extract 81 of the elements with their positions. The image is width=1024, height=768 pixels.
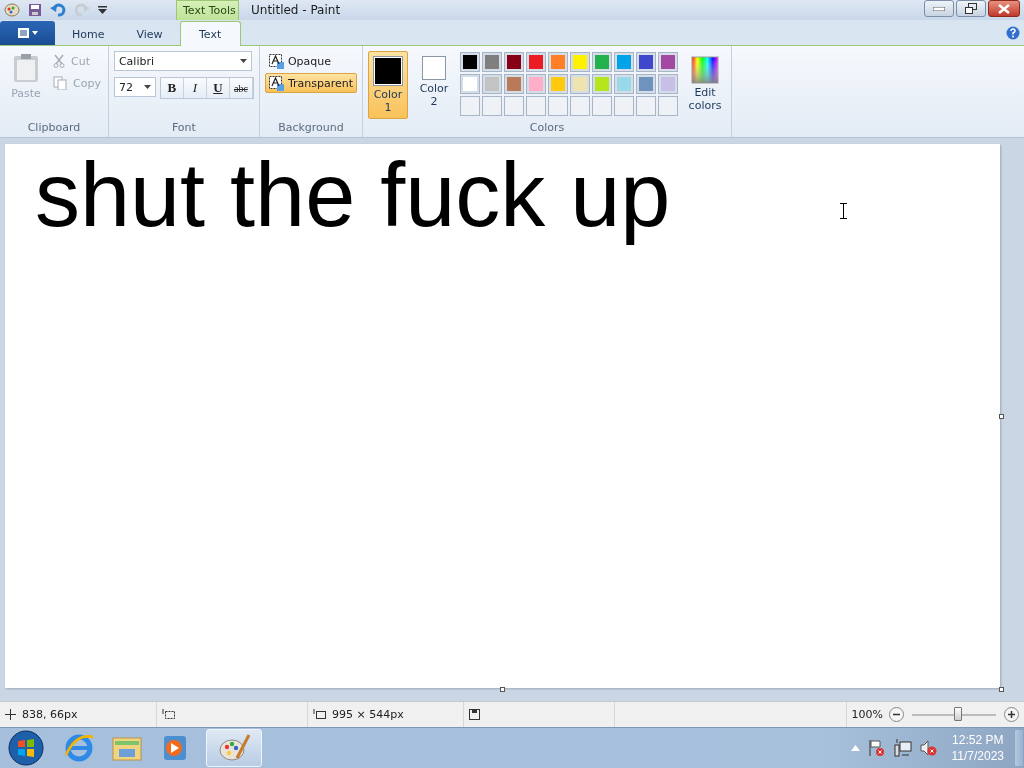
font-family-dropdown[interactable]: Calibri — [113, 51, 252, 71]
ribbon-tab[interactable]: View — [121, 22, 178, 45]
save-icon[interactable] — [28, 3, 42, 17]
text-cursor-icon — [840, 203, 847, 219]
selection-size-icon — [162, 708, 175, 721]
scissors-icon — [53, 54, 65, 68]
dropdown-icon[interactable] — [98, 6, 107, 14]
palette-color[interactable] — [463, 77, 478, 91]
palette-color[interactable] — [529, 77, 544, 91]
restore-icon — [965, 3, 977, 14]
taskbar-button[interactable] — [206, 729, 262, 767]
palette-icon — [217, 732, 251, 764]
group-label: Background — [278, 121, 344, 136]
palette-color[interactable] — [595, 55, 610, 69]
cursor-position: 838, 66px — [22, 708, 78, 721]
network-icon[interactable] — [893, 739, 912, 757]
palette-color[interactable] — [639, 77, 654, 91]
paint-app-icon[interactable] — [4, 3, 20, 17]
palette-color[interactable] — [507, 55, 522, 69]
canvas-text: shut the fuck up — [35, 144, 671, 247]
canvas-size-icon — [313, 708, 326, 721]
palette-color[interactable] — [485, 55, 500, 69]
restore-button[interactable] — [956, 0, 986, 17]
action-center-flag-icon[interactable] — [867, 739, 886, 757]
color-spectrum-icon — [691, 56, 720, 84]
zoom-slider-thumb[interactable] — [954, 706, 963, 721]
show-hidden-icons-arrow[interactable] — [850, 745, 860, 751]
close-icon — [998, 3, 1010, 14]
font-size-dropdown[interactable]: 72 — [113, 77, 156, 97]
minimize-icon — [933, 6, 945, 11]
speaker-muted-icon[interactable] — [919, 739, 938, 757]
ribbon-tab[interactable]: Text — [179, 21, 241, 46]
zoom-out-button[interactable] — [889, 707, 904, 722]
contextual-tab-label: Text Tools — [176, 0, 239, 20]
resize-handle[interactable] — [999, 414, 1004, 419]
resize-handle[interactable] — [999, 687, 1004, 692]
palette-color[interactable] — [573, 77, 588, 91]
palette-color[interactable] — [551, 55, 566, 69]
move-cursor-icon — [5, 709, 16, 720]
palette-color[interactable] — [661, 55, 676, 69]
start-button[interactable] — [8, 730, 44, 766]
application-menu-button[interactable] — [0, 21, 55, 45]
edit-colors-button[interactable]: Edit colors — [684, 51, 727, 117]
background-option[interactable]: Transparent — [264, 73, 358, 93]
palette-color[interactable] — [595, 77, 610, 91]
font-style-button[interactable]: abc — [229, 78, 253, 98]
palette-color[interactable] — [507, 77, 522, 91]
palette-color[interactable] — [551, 77, 566, 91]
zoom-in-button[interactable] — [1004, 707, 1019, 722]
help-icon[interactable] — [1006, 26, 1020, 40]
palette-color[interactable] — [463, 55, 478, 69]
copy-icon — [53, 76, 67, 90]
font-style-button[interactable]: I — [183, 78, 207, 98]
background-option[interactable]: Opaque — [264, 51, 358, 71]
font-style-button[interactable]: U — [206, 78, 230, 98]
group-label: Font — [171, 121, 196, 136]
palette-color[interactable] — [529, 55, 544, 69]
palette-color[interactable] — [661, 77, 676, 91]
palette-color[interactable] — [485, 77, 500, 91]
group-label: Colors — [529, 121, 565, 136]
window-title: Untitled - Paint — [251, 3, 341, 17]
palette-color[interactable] — [573, 55, 588, 69]
palette-color[interactable] — [617, 55, 632, 69]
canvas-size: 995 × 544px — [332, 708, 404, 721]
palette-color[interactable] — [617, 77, 632, 91]
caret-icon — [143, 85, 151, 89]
clipboard-icon — [13, 53, 39, 83]
font-style-button[interactable]: B — [160, 78, 184, 98]
caret-icon — [239, 59, 247, 63]
color-slot-button[interactable]: Color 1 — [368, 51, 409, 119]
color-slot-button[interactable]: Color 2 — [414, 51, 455, 113]
resize-handle[interactable] — [500, 687, 505, 692]
text-background-icon — [268, 53, 284, 69]
palette-color[interactable] — [639, 55, 654, 69]
undo-icon[interactable] — [50, 3, 66, 17]
group-label: Clipboard — [27, 121, 81, 136]
menu-icon — [16, 28, 39, 38]
show-desktop-button[interactable] — [1014, 729, 1024, 767]
zoom-level: 100% — [851, 708, 883, 721]
close-button[interactable] — [988, 0, 1020, 17]
ribbon-tab[interactable]: Home — [57, 22, 120, 45]
